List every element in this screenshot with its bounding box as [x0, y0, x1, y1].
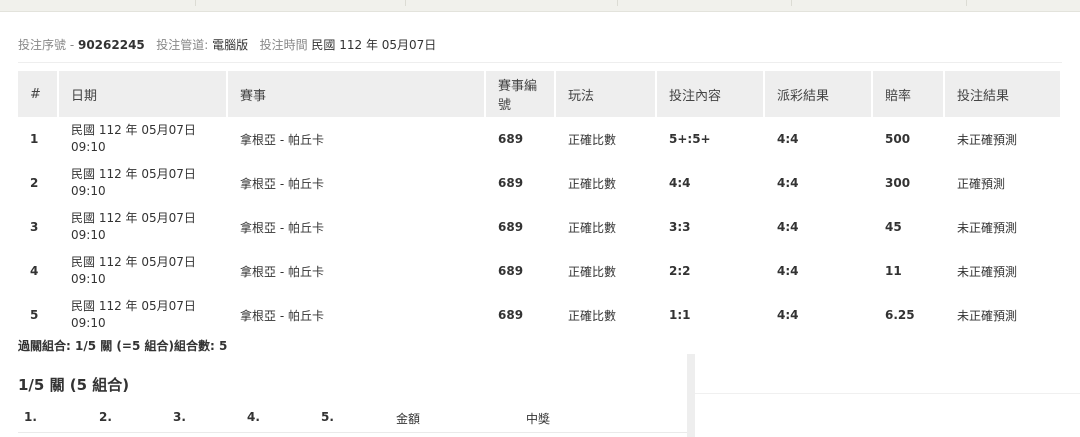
combo-summary: 過關組合: 1/5 關 (=5 組合)組合數: 5: [18, 339, 228, 353]
row-odds: 300: [885, 176, 911, 190]
table-row: 2 民國 112 年 05月07日 09:10 拿根亞 - 帕丘卡 689 正確比…: [18, 161, 1062, 205]
row-result: 4:4: [777, 132, 799, 146]
table-header-row: # 日期 賽事 賽事編號 玩法 投注內容 派彩結果 賠率 投注結果: [18, 71, 1062, 117]
table-row: 5 民國 112 年 05月07日 09:10 拿根亞 - 帕丘卡 689 正確比…: [18, 293, 1062, 337]
combo-section-title: 1/5 關 (5 組合): [18, 376, 130, 394]
serial-label: 投注序號 -: [18, 38, 75, 52]
bottom-rule: [18, 432, 687, 433]
row-date-time: 09:10: [71, 272, 106, 286]
row-date-time: 09:10: [71, 184, 106, 198]
col-header-selection: 投注內容: [657, 71, 765, 117]
col-header-date: 日期: [59, 71, 228, 117]
row-date-time: 09:10: [71, 140, 106, 154]
table-row: 3 民國 112 年 05月07日 09:10 拿根亞 - 帕丘卡 689 正確比…: [18, 205, 1062, 249]
row-result: 4:4: [777, 176, 799, 190]
row-index: 4: [30, 264, 39, 278]
row-match: 拿根亞 - 帕丘卡: [240, 176, 324, 191]
bet-detail-table: # 日期 賽事 賽事編號 玩法 投注內容 派彩結果 賠率 投注結果 1 民國 1…: [18, 71, 1062, 337]
row-play: 正確比數: [568, 308, 617, 323]
row-play: 正確比數: [568, 176, 617, 191]
col-header-index: #: [18, 71, 59, 117]
row-event-no: 689: [498, 132, 524, 146]
time-label: 投注時間: [259, 38, 308, 52]
row-play: 正確比數: [568, 220, 617, 235]
row-event-no: 689: [498, 308, 524, 322]
row-result: 4:4: [777, 220, 799, 234]
row-event-no: 689: [498, 220, 524, 234]
combo-col-prize: 中獎: [526, 412, 551, 426]
combo-col-3: 3.: [173, 410, 186, 424]
row-date: 民國 112 年 05月07日 09:10: [59, 249, 228, 293]
row-odds: 6.25: [885, 308, 915, 322]
top-nav-segment: [792, 0, 967, 6]
bet-info-line: 投注序號 - 90262245 投注管道: 電腦版 投注時間 民國 112 年 …: [18, 36, 436, 52]
row-odds: 500: [885, 132, 911, 146]
col-header-play: 玩法: [556, 71, 657, 117]
row-date-day: 民國 112 年 05月07日: [71, 299, 196, 313]
row-date-time: 09:10: [71, 228, 106, 242]
row-date: 民國 112 年 05月07日 09:10: [59, 161, 228, 205]
row-date: 民國 112 年 05月07日 09:10: [59, 205, 228, 249]
table-row: 1 民國 112 年 05月07日 09:10 拿根亞 - 帕丘卡 689 正確比…: [18, 117, 1062, 161]
row-event-no: 689: [498, 264, 524, 278]
top-nav-segment: [196, 0, 406, 6]
col-header-event-no: 賽事編號: [486, 71, 556, 117]
row-play: 正確比數: [568, 264, 617, 279]
combo-col-1: 1.: [24, 410, 37, 424]
row-selection: 3:3: [669, 220, 691, 234]
row-date-day: 民國 112 年 05月07日: [71, 167, 196, 181]
serial-value: 90262245: [77, 38, 145, 52]
row-outcome: 正確預測: [957, 176, 1006, 191]
channel-value: 電腦版: [212, 38, 249, 52]
time-value: 民國 112 年 05月07日: [311, 38, 437, 52]
row-odds: 45: [885, 220, 902, 234]
row-match: 拿根亞 - 帕丘卡: [240, 308, 324, 323]
col-header-event-no-line2: 號: [498, 98, 512, 113]
top-nav-segment: [406, 0, 618, 6]
row-match: 拿根亞 - 帕丘卡: [240, 264, 324, 279]
top-nav-strip: [0, 0, 1080, 12]
row-date-day: 民國 112 年 05月07日: [71, 211, 196, 225]
row-match: 拿根亞 - 帕丘卡: [240, 132, 324, 147]
col-header-event-no-line1: 賽事編: [498, 79, 538, 94]
combo-col-4: 4.: [247, 410, 260, 424]
col-header-result: 派彩結果: [765, 71, 873, 117]
row-index: 5: [30, 308, 39, 322]
row-index: 3: [30, 220, 39, 234]
combo-col-5: 5.: [321, 410, 334, 424]
row-outcome: 未正確預測: [957, 132, 1018, 147]
row-date-day: 民國 112 年 05月07日: [71, 123, 196, 137]
row-event-no: 689: [498, 176, 524, 190]
col-header-match: 賽事: [228, 71, 486, 117]
row-outcome: 未正確預測: [957, 220, 1018, 235]
row-date: 民國 112 年 05月07日 09:10: [59, 117, 228, 161]
row-play: 正確比數: [568, 132, 617, 147]
combo-col-amount: 金額: [396, 412, 421, 426]
row-date-time: 09:10: [71, 316, 106, 330]
table-row: 4 民國 112 年 05月07日 09:10 拿根亞 - 帕丘卡 689 正確比…: [18, 249, 1062, 293]
info-divider: [18, 62, 1062, 63]
row-date: 民國 112 年 05月07日 09:10: [59, 293, 228, 337]
row-outcome: 未正確預測: [957, 264, 1018, 279]
row-date-day: 民國 112 年 05月07日: [71, 255, 196, 269]
pane-divider: [687, 354, 695, 437]
row-selection: 5+:5+: [669, 132, 711, 146]
combo-col-2: 2.: [99, 410, 112, 424]
top-nav-segment: [618, 0, 792, 6]
col-header-odds: 賠率: [873, 71, 945, 117]
row-match: 拿根亞 - 帕丘卡: [240, 220, 324, 235]
row-selection: 4:4: [669, 176, 691, 190]
row-selection: 2:2: [669, 264, 691, 278]
row-selection: 1:1: [669, 308, 691, 322]
top-nav-segment: [0, 0, 196, 6]
row-odds: 11: [885, 264, 902, 278]
channel-label: 投注管道:: [156, 38, 209, 52]
row-outcome: 未正確預測: [957, 308, 1018, 323]
row-index: 1: [30, 132, 39, 146]
row-index: 2: [30, 176, 39, 190]
row-result: 4:4: [777, 264, 799, 278]
row-result: 4:4: [777, 308, 799, 322]
col-header-outcome: 投注結果: [945, 71, 1062, 117]
pane-rule: [695, 393, 1080, 394]
